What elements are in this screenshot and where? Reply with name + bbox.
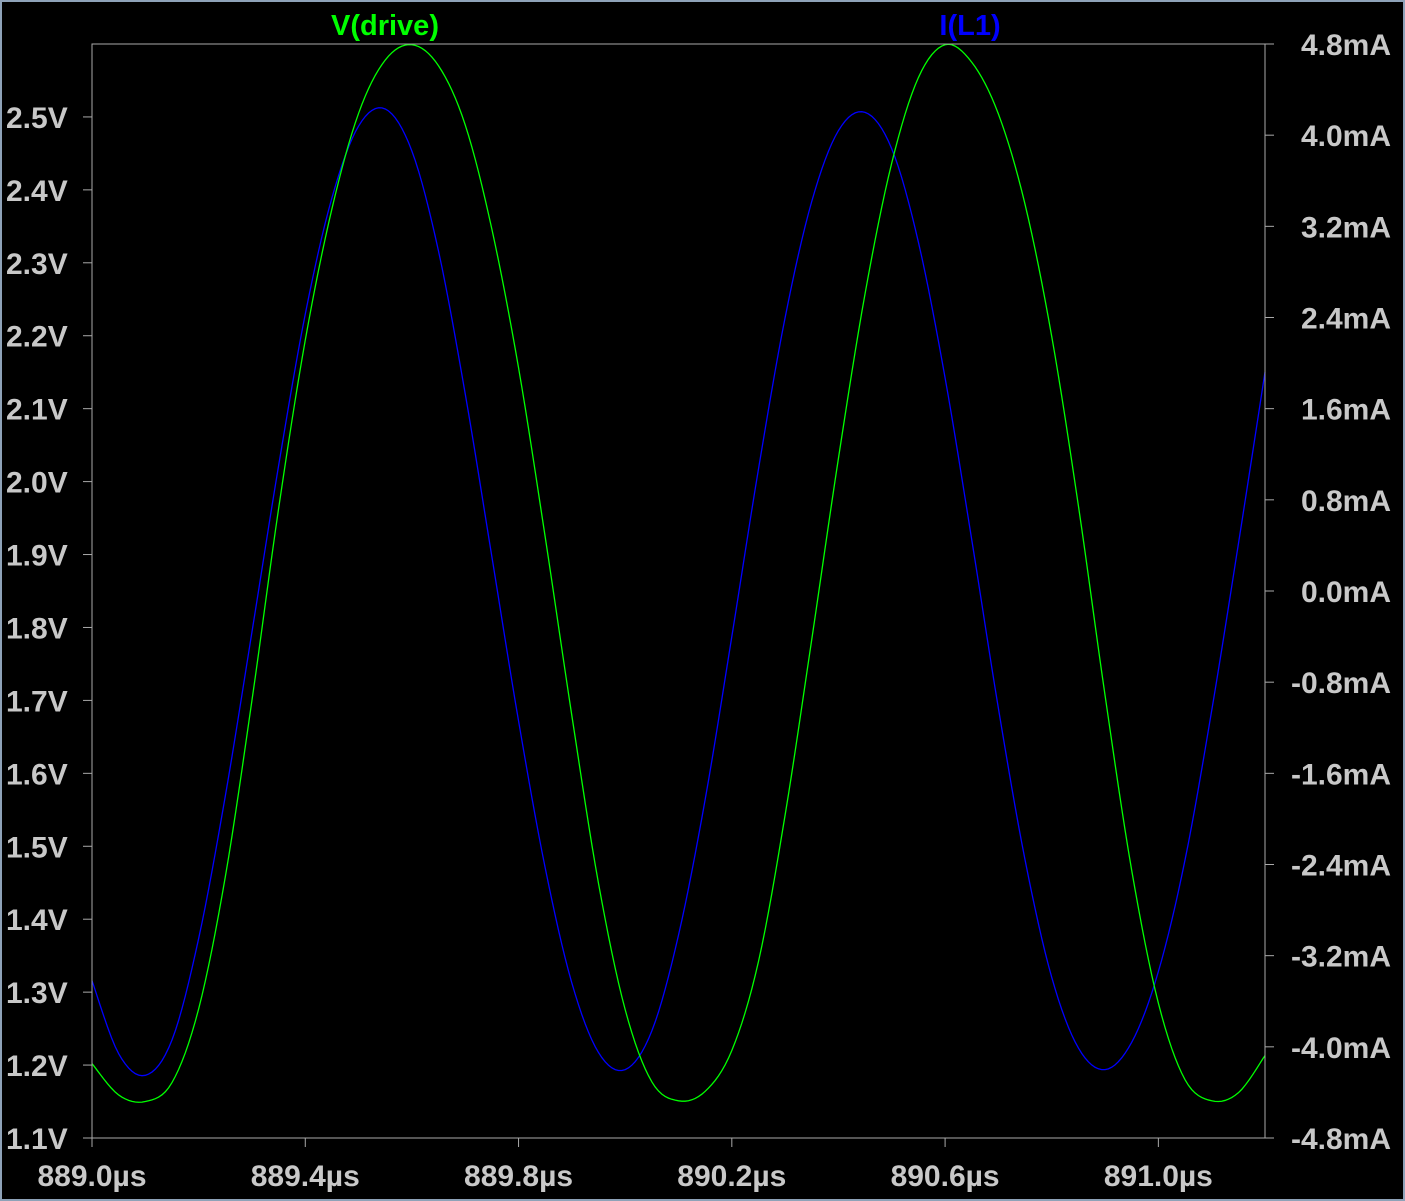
- y-right-tick-label: 2.4mA: [1301, 303, 1391, 336]
- y-left-tick-label: 1.1V: [6, 1123, 68, 1156]
- y-right-tick-label: -1.6mA: [1291, 758, 1391, 791]
- series-line-v-drive: [91, 43, 1266, 1103]
- y-right-tick-label: -3.2mA: [1291, 941, 1391, 974]
- y-left-tick-label: 1.5V: [6, 831, 68, 864]
- y-right-tick-label: -2.4mA: [1291, 850, 1391, 883]
- plot-frame: [91, 43, 1266, 1139]
- y-right-tick-label: 0.8mA: [1301, 485, 1391, 518]
- x-tick-label: 889.4µs: [251, 1160, 360, 1193]
- label-layer: 889.0µs 889.4µs 889.8µs 890.2µs 890.6µs 891.0…: [6, 10, 1391, 1193]
- x-tick-label: 889.0µs: [37, 1160, 146, 1193]
- y-left-tick-label: 2.1V: [6, 394, 68, 427]
- y-left-tick-label: 2.2V: [6, 321, 68, 354]
- y-left-tick-label: 1.4V: [6, 904, 68, 937]
- x-tick-label: 891.0µs: [1104, 1160, 1213, 1193]
- x-tick-label: 890.2µs: [677, 1160, 786, 1193]
- y-left-tick-label: 1.9V: [6, 540, 68, 573]
- y-right-tick-label: 0.0mA: [1301, 576, 1391, 609]
- y-right-tick-label: 4.0mA: [1301, 120, 1391, 153]
- y-left-tick-label: 1.8V: [6, 612, 68, 645]
- waveform-viewer: 889.0µs 889.4µs 889.8µs 890.2µs 890.6µs 891.0…: [2, 2, 1403, 1199]
- trace-layer: [91, 43, 1266, 1103]
- y-left-tick-label: 2.5V: [6, 102, 68, 135]
- x-tick-label: 890.6µs: [891, 1160, 1000, 1193]
- y-right-tick-label: -4.8mA: [1291, 1123, 1391, 1156]
- waveform-plot[interactable]: 889.0µs 889.4µs 889.8µs 890.2µs 890.6µs 891.0…: [2, 2, 1403, 1199]
- x-tick-label: 889.8µs: [464, 1160, 573, 1193]
- y-left-tick-label: 2.4V: [6, 175, 68, 208]
- axes-layer: [83, 43, 1274, 1147]
- y-left-tick-label: 1.7V: [6, 685, 68, 718]
- trace-label-i-l1[interactable]: I(L1): [939, 10, 1000, 42]
- y-right-tick-label: 1.6mA: [1301, 394, 1391, 427]
- trace-label-v-drive[interactable]: V(drive): [331, 10, 439, 42]
- y-right-tick-label: -0.8mA: [1291, 667, 1391, 700]
- y-right-tick-label: 3.2mA: [1301, 211, 1391, 244]
- y-right-tick-label: 4.8mA: [1301, 29, 1391, 62]
- y-left-tick-label: 2.0V: [6, 467, 68, 500]
- y-left-tick-label: 1.6V: [6, 758, 68, 791]
- y-right-tick-label: -4.0mA: [1291, 1032, 1391, 1065]
- y-left-tick-label: 1.2V: [6, 1050, 68, 1083]
- y-left-tick-label: 2.3V: [6, 248, 68, 281]
- y-left-tick-label: 1.3V: [6, 977, 68, 1010]
- series-line-i-l1: [91, 107, 1266, 1077]
